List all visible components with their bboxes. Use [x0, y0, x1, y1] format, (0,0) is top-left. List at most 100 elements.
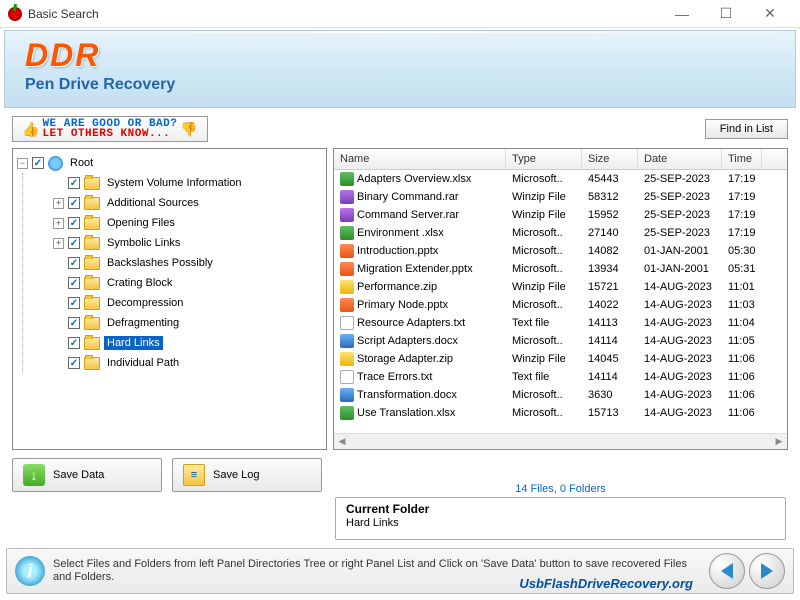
feedback-button[interactable]: 👍 WE ARE GOOD OR BAD? LET OTHERS KNOW...…	[12, 116, 208, 142]
checkbox[interactable]: ✓	[68, 357, 80, 369]
file-date: 14-AUG-2023	[638, 298, 722, 312]
expand-icon[interactable]: +	[53, 238, 64, 249]
file-count: 14 Files, 0 Folders	[335, 483, 786, 495]
expand-icon[interactable]: +	[53, 198, 64, 209]
save-log-icon	[183, 464, 205, 486]
folder-icon	[84, 337, 100, 350]
tree-item-label: Decompression	[104, 296, 186, 310]
file-type: Winzip File	[506, 208, 582, 222]
col-time[interactable]: Time	[722, 149, 762, 169]
file-type: Microsoft..	[506, 262, 582, 276]
file-date: 25-SEP-2023	[638, 190, 722, 204]
file-type: Microsoft..	[506, 244, 582, 258]
checkbox[interactable]: ✓	[68, 177, 80, 189]
arrow-right-icon	[761, 563, 773, 579]
tree-item[interactable]: ✓ Crating Block	[31, 273, 324, 293]
file-row[interactable]: Script Adapters.docx Microsoft.. 14114 1…	[334, 332, 787, 350]
checkbox[interactable]: ✓	[68, 337, 80, 349]
file-list-body[interactable]: Adapters Overview.xlsx Microsoft.. 45443…	[334, 170, 787, 433]
file-row[interactable]: Primary Node.pptx Microsoft.. 14022 14-A…	[334, 296, 787, 314]
save-log-button[interactable]: Save Log	[172, 458, 322, 492]
close-button[interactable]: ✕	[748, 0, 792, 28]
file-time: 05:31	[722, 262, 762, 276]
file-size: 15721	[582, 280, 638, 294]
checkbox[interactable]: ✓	[68, 217, 80, 229]
app-banner: DDR Pen Drive Recovery	[4, 30, 796, 108]
footer-link[interactable]: UsbFlashDriveRecovery.org	[519, 576, 693, 591]
col-date[interactable]: Date	[638, 149, 722, 169]
tree-item[interactable]: + ✓ Symbolic Links	[31, 233, 324, 253]
file-name: Environment .xlsx	[357, 227, 444, 239]
tree-item-label: Defragmenting	[104, 316, 182, 330]
file-size: 14114	[582, 370, 638, 384]
maximize-button[interactable]: ☐	[704, 0, 748, 28]
collapse-icon[interactable]: −	[17, 158, 28, 169]
tree-item[interactable]: ✓ Hard Links	[31, 333, 324, 353]
col-type[interactable]: Type	[506, 149, 582, 169]
horizontal-scrollbar[interactable]: ◀ ▶	[334, 433, 787, 449]
current-folder-box: Current Folder Hard Links	[335, 497, 786, 540]
logo-text: DDR	[25, 37, 775, 74]
file-size: 14114	[582, 334, 638, 348]
tree-item[interactable]: + ✓ Opening Files	[31, 213, 324, 233]
checkbox[interactable]: ✓	[68, 197, 80, 209]
checkbox[interactable]: ✓	[68, 317, 80, 329]
find-in-list-button[interactable]: Find in List	[705, 119, 788, 139]
checkbox[interactable]: ✓	[68, 257, 80, 269]
file-row[interactable]: Introduction.pptx Microsoft.. 14082 01-J…	[334, 242, 787, 260]
folder-icon	[84, 177, 100, 190]
file-date: 14-AUG-2023	[638, 370, 722, 384]
checkbox[interactable]: ✓	[68, 237, 80, 249]
minimize-button[interactable]: —	[660, 0, 704, 28]
file-row[interactable]: Command Server.rar Winzip File 15952 25-…	[334, 206, 787, 224]
next-button[interactable]	[749, 553, 785, 589]
file-type: Microsoft..	[506, 406, 582, 420]
file-row[interactable]: Storage Adapter.zip Winzip File 14045 14…	[334, 350, 787, 368]
tree-item[interactable]: + ✓ Additional Sources	[31, 193, 324, 213]
file-row[interactable]: Binary Command.rar Winzip File 58312 25-…	[334, 188, 787, 206]
file-row[interactable]: Performance.zip Winzip File 15721 14-AUG…	[334, 278, 787, 296]
file-time: 11:06	[722, 406, 762, 420]
file-time: 17:19	[722, 226, 762, 240]
titlebar: Basic Search — ☐ ✕	[0, 0, 800, 28]
tree-item[interactable]: ✓ Individual Path	[31, 353, 324, 373]
thumbs-up-icon: 👍	[22, 124, 39, 134]
file-row[interactable]: Adapters Overview.xlsx Microsoft.. 45443…	[334, 170, 787, 188]
file-name: Performance.zip	[357, 281, 437, 293]
file-list-header[interactable]: Name Type Size Date Time	[334, 149, 787, 170]
scroll-left-icon[interactable]: ◀	[334, 436, 350, 447]
file-row[interactable]: Environment .xlsx Microsoft.. 27140 25-S…	[334, 224, 787, 242]
file-date: 25-SEP-2023	[638, 226, 722, 240]
tree-item[interactable]: ✓ Decompression	[31, 293, 324, 313]
col-name[interactable]: Name	[334, 149, 506, 169]
tree-root-label: Root	[67, 156, 96, 170]
tree-item[interactable]: ✓ System Volume Information	[31, 173, 324, 193]
tree-item[interactable]: ✓ Backslashes Possibly	[31, 253, 324, 273]
file-name: Binary Command.rar	[357, 191, 458, 203]
save-data-button[interactable]: Save Data	[12, 458, 162, 492]
folder-icon	[84, 197, 100, 210]
file-type: Microsoft..	[506, 388, 582, 402]
expand-icon[interactable]: +	[53, 218, 64, 229]
folder-icon	[84, 217, 100, 230]
file-row[interactable]: Transformation.docx Microsoft.. 3630 14-…	[334, 386, 787, 404]
file-row[interactable]: Trace Errors.txt Text file 14114 14-AUG-…	[334, 368, 787, 386]
file-time: 17:19	[722, 172, 762, 186]
col-size[interactable]: Size	[582, 149, 638, 169]
folder-tree[interactable]: − ✓ Root ✓ System Volume Information+ ✓ …	[12, 148, 327, 450]
file-row[interactable]: Use Translation.xlsx Microsoft.. 15713 1…	[334, 404, 787, 422]
arrow-left-icon	[721, 563, 733, 579]
folder-icon	[84, 237, 100, 250]
checkbox[interactable]: ✓	[68, 297, 80, 309]
scroll-right-icon[interactable]: ▶	[771, 436, 787, 447]
checkbox[interactable]: ✓	[32, 157, 44, 169]
checkbox[interactable]: ✓	[68, 277, 80, 289]
file-row[interactable]: Migration Extender.pptx Microsoft.. 1393…	[334, 260, 787, 278]
folder-icon	[84, 317, 100, 330]
file-name: Introduction.pptx	[357, 245, 438, 257]
prev-button[interactable]	[709, 553, 745, 589]
tree-item[interactable]: ✓ Defragmenting	[31, 313, 324, 333]
file-row[interactable]: Resource Adapters.txt Text file 14113 14…	[334, 314, 787, 332]
folder-icon	[84, 297, 100, 310]
tree-root[interactable]: − ✓ Root	[15, 153, 324, 173]
